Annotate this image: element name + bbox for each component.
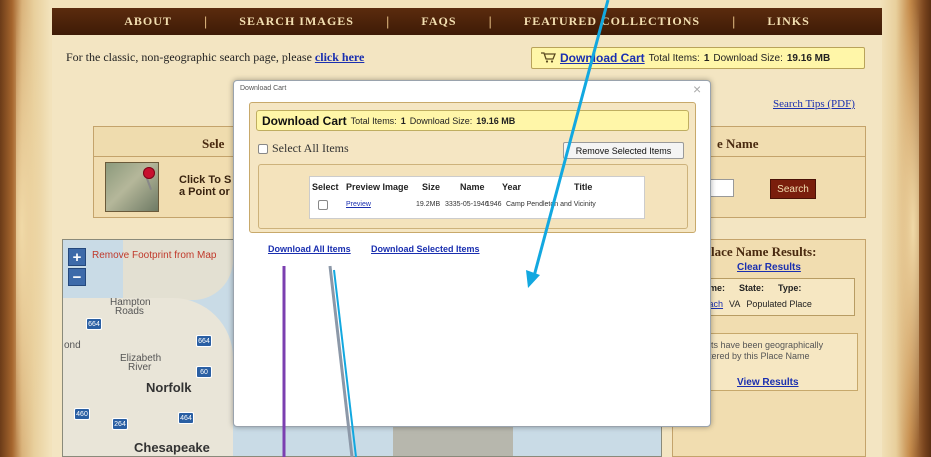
click-instruction-line2: a Point or [179, 186, 230, 198]
nav-featured-collections[interactable]: FEATURED COLLECTIONS [492, 14, 732, 29]
cart-icon [540, 51, 556, 66]
results-note-line2: tered by this Place Name [709, 351, 810, 361]
place-search-button[interactable]: Search [770, 179, 816, 199]
col-title: Title [574, 182, 593, 192]
col-size: Size [422, 182, 441, 192]
select-location-title: Sele [94, 127, 247, 157]
map-label-ond: ond [64, 340, 81, 351]
click-instruction: Click To S a Point or [179, 174, 231, 198]
frame-right-edge [889, 0, 919, 457]
item-select-checkbox[interactable] [318, 200, 328, 210]
close-icon[interactable]: × [693, 81, 701, 97]
clear-results-link[interactable]: Clear Results [737, 262, 801, 273]
col-select: Select [312, 182, 339, 192]
road-shield-icon: 464 [178, 412, 194, 424]
download-cart-modal: Download Cart × Download Cart Total Item… [233, 80, 711, 427]
remove-selected-button[interactable]: Remove Selected Items [563, 142, 684, 159]
modal-cart-summary: Download Cart Total Items: 1 Download Si… [256, 110, 689, 131]
item-year: 1946 [486, 201, 502, 208]
search-tips-link[interactable]: Search Tips (PDF) [773, 98, 855, 110]
select-all-checkbox[interactable] [258, 143, 268, 154]
nav-about[interactable]: ABOUT [92, 14, 204, 29]
result-state: VA [729, 299, 741, 309]
select-all-label[interactable]: Select All Items [272, 141, 349, 156]
road-shield-icon: 460 [74, 408, 90, 420]
zoom-in-button[interactable]: + [68, 248, 86, 266]
map-label-norfolk: Norfolk [146, 380, 192, 395]
map-land-north [123, 240, 233, 300]
road-shield-icon: 664 [86, 318, 102, 330]
modal-size-label: Download Size: [409, 115, 473, 126]
map-label-chesapeake: Chesapeake [134, 440, 210, 455]
modal-items-value: 1 [400, 115, 406, 126]
cart-size-value: 19.16 MB [786, 52, 831, 64]
results-note-line1: lts have been geographically [709, 340, 824, 350]
view-results-link[interactable]: View Results [737, 377, 799, 388]
map-pin-icon [143, 167, 155, 179]
road-shield-icon: 60 [196, 366, 212, 378]
cart-items-value: 1 [703, 52, 710, 64]
cart-items-box: Select Preview Image Size Name Year Titl… [258, 164, 688, 229]
col-name: Name [460, 182, 485, 192]
download-cart-summary: Download Cart Total Items: 1 Download Si… [531, 47, 865, 69]
download-selected-link[interactable]: Download Selected Items [371, 244, 480, 254]
cart-size-label: Download Size: [713, 52, 783, 64]
road-shield-icon: 264 [112, 418, 128, 430]
modal-title: Download Cart [240, 85, 287, 92]
classic-search-notice: For the classic, non-geographic search p… [66, 50, 364, 65]
results-col-state: State: [739, 283, 765, 293]
col-year: Year [502, 182, 522, 192]
classic-search-link[interactable]: click here [315, 50, 364, 64]
main-nav: ABOUT | SEARCH IMAGES | FAQS | FEATURED … [52, 8, 882, 35]
download-all-link[interactable]: Download All Items [268, 244, 351, 254]
remove-footprint-link[interactable]: Remove Footprint from Map [92, 250, 217, 261]
map-label-river: River [128, 362, 152, 373]
nav-search-images[interactable]: SEARCH IMAGES [207, 14, 386, 29]
cart-items-table: Select Preview Image Size Name Year Titl… [309, 176, 645, 219]
select-all-row: Select All Items [258, 141, 349, 156]
modal-cart-container: Download Cart Total Items: 1 Download Si… [249, 102, 696, 233]
nav-faqs[interactable]: FAQS [389, 14, 488, 29]
zoom-out-button[interactable]: − [68, 268, 86, 286]
road-shield-icon: 664 [196, 335, 212, 347]
item-name: 3335-05-1946 [445, 201, 489, 208]
results-col-type: Type: [778, 283, 802, 293]
cart-items-label: Total Items: [648, 52, 700, 64]
modal-size-value: 19.16 MB [476, 115, 516, 126]
classic-search-text: For the classic, non-geographic search p… [66, 50, 315, 64]
item-title: Camp Pendleton and Vicinity [506, 201, 596, 208]
click-instruction-line1: Click To S [179, 174, 232, 186]
frame-left-edge [16, 0, 46, 457]
item-preview-link[interactable]: Preview [346, 201, 371, 208]
modal-items-label: Total Items: [350, 115, 397, 126]
result-type: Populated Place [746, 299, 812, 309]
download-cart-link[interactable]: Download Cart [560, 51, 645, 65]
modal-cart-title: Download Cart [262, 113, 347, 128]
item-size: 19.2MB [416, 201, 441, 208]
nav-links[interactable]: LINKS [735, 14, 841, 29]
map-label-roads: Roads [115, 306, 144, 317]
col-preview-image: Preview Image [346, 182, 409, 192]
